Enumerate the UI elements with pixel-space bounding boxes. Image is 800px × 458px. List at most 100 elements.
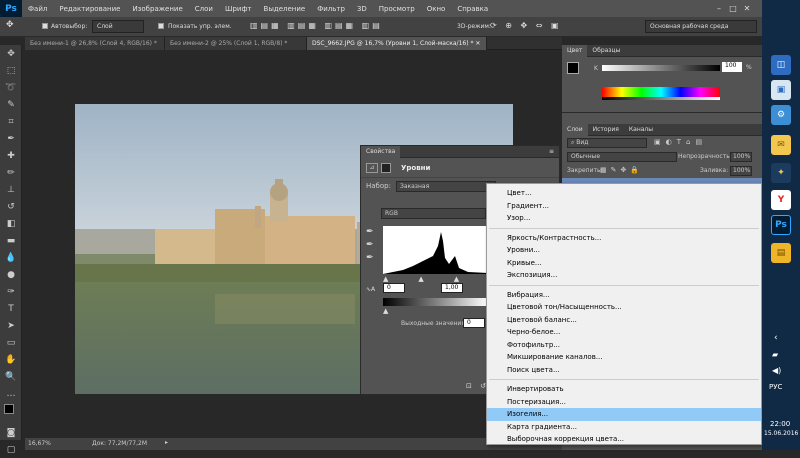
tab-document-1[interactable]: Без имени-1 @ 26,8% (Слой 4, RGB/16) * <box>25 37 165 50</box>
menu-file[interactable]: Файл <box>22 5 53 13</box>
photoshop-taskbar-icon[interactable]: Ps <box>771 215 791 235</box>
minimize-icon[interactable]: – <box>712 4 726 13</box>
color-swatches[interactable] <box>0 402 21 424</box>
stamp-tool-icon[interactable]: ⊥ <box>0 181 22 198</box>
menu-filter[interactable]: Фильтр <box>311 5 351 13</box>
maximize-icon[interactable]: □ <box>726 4 740 13</box>
move-tool-icon[interactable]: ✥ <box>0 45 22 62</box>
clock-date[interactable]: 15.06.2016 <box>764 430 798 437</box>
zoom-tool-icon[interactable]: 🔍 <box>0 368 22 385</box>
shape-tool-icon[interactable]: ▭ <box>0 334 22 351</box>
menu-item-solid-color[interactable]: Цвет... <box>487 187 761 200</box>
brush-tool-icon[interactable]: ✏ <box>0 164 22 181</box>
menu-item-exposure[interactable]: Экспозиция... <box>487 269 761 282</box>
quick-select-tool-icon[interactable]: ✎ <box>0 96 22 113</box>
workspace-select[interactable]: Основная рабочая среда <box>645 20 757 33</box>
align-icons[interactable]: ▥▤▦ ▥▤▦ ▥▤▦ ▥▤ <box>250 21 383 30</box>
opacity-field[interactable]: 100% <box>730 152 752 162</box>
layer-filter-icons[interactable]: ▣◐T⌂▤ <box>654 138 707 146</box>
path-select-tool-icon[interactable]: ➤ <box>0 317 22 334</box>
layer-filter-select[interactable]: ⌕ Вид <box>567 138 647 148</box>
grayscale-ramp[interactable] <box>602 97 720 100</box>
color-spectrum[interactable] <box>602 87 720 97</box>
tab-document-2[interactable]: Без имени-2 @ 25% (Слой 1, RGB/8) * <box>165 37 307 50</box>
menu-item-selective-color[interactable]: Выборочная коррекция цвета... <box>487 433 761 446</box>
menu-edit[interactable]: Редактирование <box>53 5 126 13</box>
eyedropper-tool-icon[interactable]: ✒ <box>0 130 22 147</box>
menu-view[interactable]: Просмотр <box>373 5 421 13</box>
menu-item-posterize[interactable]: Постеризация... <box>487 396 761 409</box>
preset-select[interactable]: Заказная <box>395 180 496 192</box>
tab-color[interactable]: Цвет <box>562 44 588 57</box>
zoom-level[interactable]: 16,67% <box>28 440 51 447</box>
healing-tool-icon[interactable]: ✚ <box>0 147 22 164</box>
menu-type[interactable]: Шрифт <box>219 5 258 13</box>
menu-item-color-lookup[interactable]: Поиск цвета... <box>487 364 761 377</box>
type-tool-icon[interactable]: T <box>0 300 22 317</box>
menu-item-levels[interactable]: Уровни... <box>487 244 761 257</box>
pen-tool-icon[interactable]: ✑ <box>0 283 22 300</box>
autoselect-checkbox[interactable] <box>42 23 48 29</box>
menu-item-invert[interactable]: Инвертировать <box>487 383 761 396</box>
tab-layers[interactable]: Слои <box>562 123 588 136</box>
lasso-tool-icon[interactable]: ➰ <box>0 79 22 96</box>
tab-channels[interactable]: Каналы <box>624 126 658 133</box>
menu-layer[interactable]: Слои <box>189 5 219 13</box>
clock-time[interactable]: 22:00 <box>770 420 790 428</box>
foreground-swatch[interactable] <box>567 62 579 74</box>
output-black-field[interactable]: 0 <box>463 318 485 328</box>
levels-adjustment-icon[interactable]: ⊿ <box>366 162 378 173</box>
auto-levels-icon[interactable]: ∿A <box>366 286 375 293</box>
menu-item-hue-saturation[interactable]: Цветовой тон/Насыщенность... <box>487 301 761 314</box>
eraser-tool-icon[interactable]: ◧ <box>0 215 22 232</box>
menu-item-vibrance[interactable]: Вибрация... <box>487 289 761 302</box>
menu-item-threshold[interactable]: Изогелия... <box>487 408 761 421</box>
menu-window[interactable]: Окно <box>421 5 452 13</box>
close-icon[interactable]: ✕ <box>475 40 480 47</box>
menu-item-gradient-map[interactable]: Карта градиента... <box>487 421 761 434</box>
control-panel-icon[interactable]: ⚙ <box>771 105 791 125</box>
language-indicator[interactable]: РУС <box>769 383 782 391</box>
menu-item-black-white[interactable]: Черно-белое... <box>487 326 761 339</box>
menu-item-curves[interactable]: Кривые... <box>487 257 761 270</box>
eyedropper-icons[interactable]: ✒ ✒ ✒ <box>366 226 374 265</box>
network-app-icon[interactable]: ◫ <box>771 55 791 75</box>
tab-history[interactable]: История <box>588 126 624 133</box>
menu-help[interactable]: Справка <box>451 5 494 13</box>
menu-item-pattern[interactable]: Узор... <box>487 212 761 225</box>
input-black-field[interactable]: 0 <box>383 283 405 293</box>
settings-app-icon[interactable]: ✦ <box>771 163 791 183</box>
file-explorer-icon[interactable]: ▤ <box>771 243 791 263</box>
dodge-tool-icon[interactable]: ● <box>0 266 22 283</box>
show-controls-checkbox[interactable] <box>158 23 164 29</box>
menu-item-photo-filter[interactable]: Фотофильтр... <box>487 339 761 352</box>
gradient-tool-icon[interactable]: ▬ <box>0 232 22 249</box>
blur-tool-icon[interactable]: 💧 <box>0 249 22 266</box>
menu-image[interactable]: Изображение <box>126 5 188 13</box>
close-icon[interactable]: ✕ <box>740 4 754 13</box>
quick-mask-icon[interactable]: ◙ <box>0 424 22 441</box>
menu-item-gradient[interactable]: Градиент... <box>487 200 761 213</box>
panel-menu-icon[interactable]: ≡ <box>544 148 559 155</box>
tab-swatches[interactable]: Образцы <box>587 47 625 54</box>
lock-icons[interactable]: ▦✎✥🔒 <box>600 166 643 174</box>
k-value-field[interactable]: 100 <box>722 62 742 72</box>
menu-3d[interactable]: 3D <box>351 5 373 13</box>
hand-tool-icon[interactable]: ✋ <box>0 351 22 368</box>
move-tool-icon[interactable]: ✥ <box>6 20 14 30</box>
menu-item-color-balance[interactable]: Цветовой баланс... <box>487 314 761 327</box>
crop-tool-icon[interactable]: ⌗ <box>0 113 22 130</box>
yandex-browser-icon[interactable]: Y <box>771 190 791 210</box>
network-tray-icon[interactable]: ▰ <box>772 350 778 359</box>
marquee-tool-icon[interactable]: ⬚ <box>0 62 22 79</box>
3d-tools-icons[interactable]: ⟳ ⊕ ✥ ⇔ ▣ <box>490 21 562 30</box>
mask-icon[interactable] <box>381 162 391 173</box>
input-sliders[interactable]: ▲▲▲ <box>383 275 489 283</box>
blend-mode-select[interactable]: Обычные <box>567 152 677 162</box>
more-tools-icon[interactable]: … <box>0 385 22 402</box>
chat-app-icon[interactable]: ✉ <box>771 135 791 155</box>
history-brush-tool-icon[interactable]: ↺ <box>0 198 22 215</box>
computer-icon[interactable]: ▣ <box>771 80 791 100</box>
tab-document-3[interactable]: DSC_9662.JPG @ 16,7% (Уровни 1, Слой-мас… <box>307 37 487 50</box>
fill-field[interactable]: 100% <box>730 166 752 176</box>
